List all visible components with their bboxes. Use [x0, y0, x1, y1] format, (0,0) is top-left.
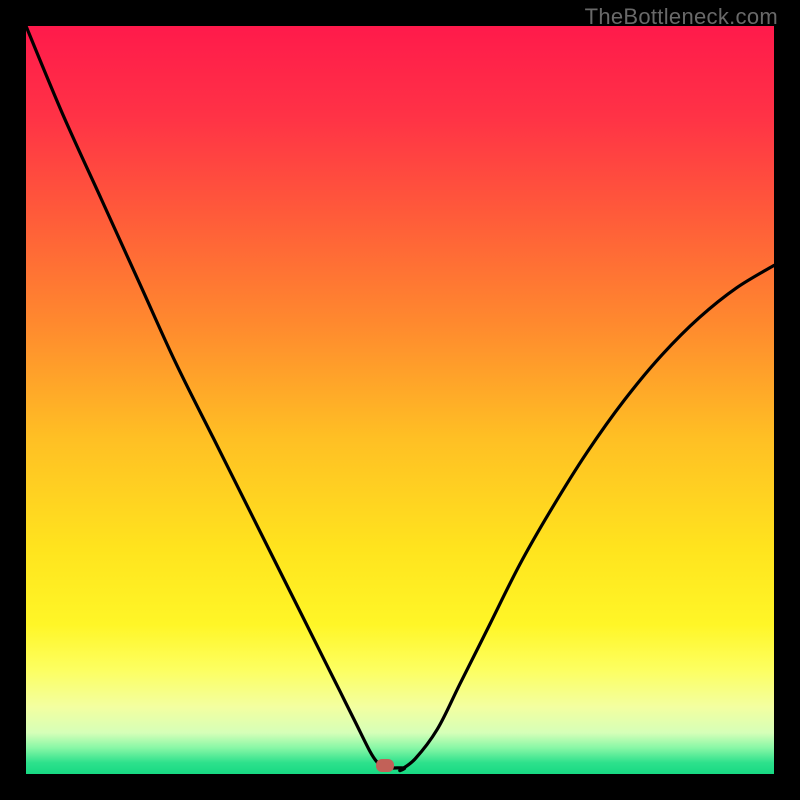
watermark-text: TheBottleneck.com [585, 4, 778, 30]
bottleneck-plot [26, 26, 774, 774]
chart-stage: TheBottleneck.com [0, 0, 800, 800]
gradient-background [26, 26, 774, 774]
optimum-marker [376, 759, 394, 772]
